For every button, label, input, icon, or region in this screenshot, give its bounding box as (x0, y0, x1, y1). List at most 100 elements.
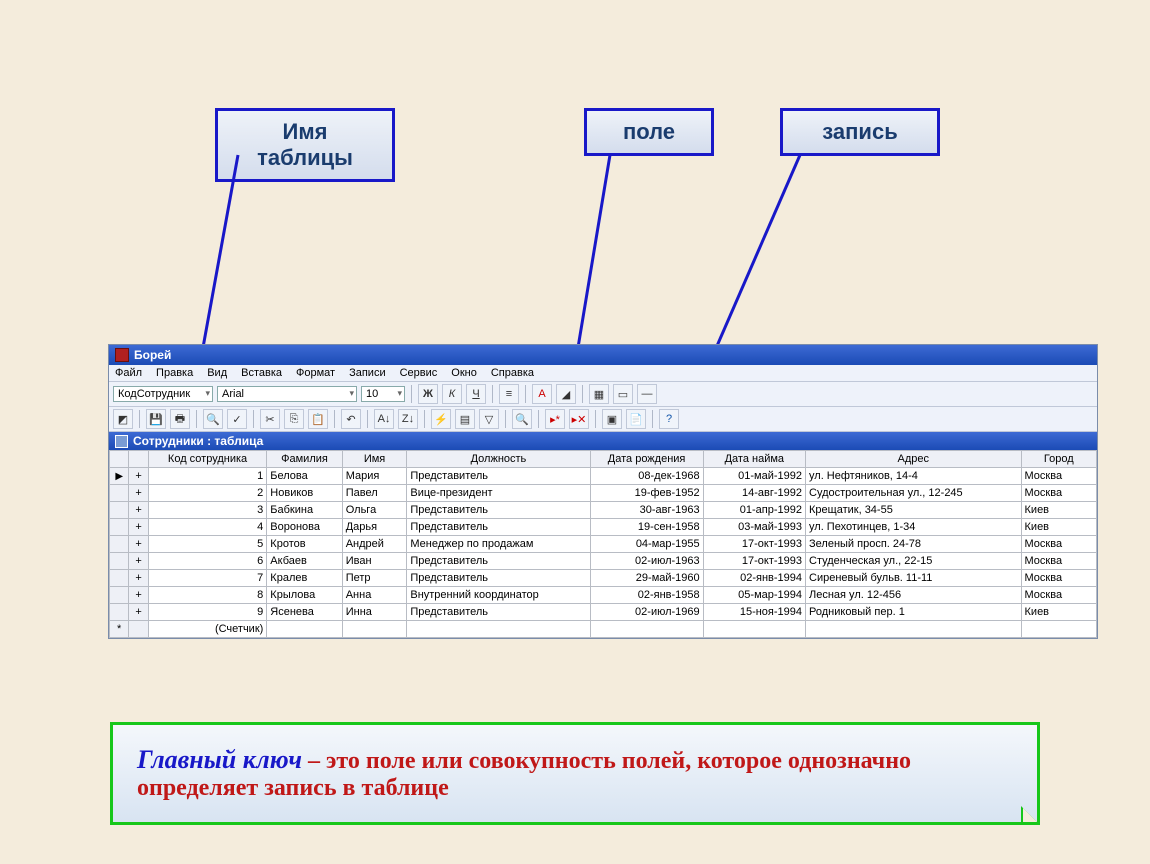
cell-city[interactable]: Киев (1021, 519, 1096, 536)
header-row[interactable]: Код сотрудника Фамилия Имя Должность Дат… (110, 451, 1097, 468)
expand-button[interactable]: + (129, 587, 148, 604)
italic-button[interactable]: К (442, 384, 462, 404)
cell-fam[interactable]: Ясенева (267, 604, 342, 621)
cell-fam[interactable]: Воронова (267, 519, 342, 536)
cell-addr[interactable]: Крещатик, 34-55 (806, 502, 1022, 519)
menu-records[interactable]: Записи (349, 367, 386, 379)
menu-format[interactable]: Формат (296, 367, 335, 379)
menu-service[interactable]: Сервис (400, 367, 438, 379)
cell-addr[interactable]: Сиреневый бульв. 11-11 (806, 570, 1022, 587)
table-row[interactable]: +2НовиковПавелВице-президент19-фев-19521… (110, 485, 1097, 502)
menu-insert[interactable]: Вставка (241, 367, 282, 379)
cell-id[interactable]: 3 (148, 502, 267, 519)
table-row[interactable]: +7КралевПетрПредставитель29-май-196002-я… (110, 570, 1097, 587)
cell-city[interactable]: Москва (1021, 587, 1096, 604)
new-record-row[interactable]: *(Счетчик) (110, 621, 1097, 638)
expand-button[interactable]: + (129, 604, 148, 621)
table-row[interactable]: +9ЯсеневаИннаПредставитель02-июл-196915-… (110, 604, 1097, 621)
cell-fam[interactable]: Крылова (267, 587, 342, 604)
cell-id[interactable]: 2 (148, 485, 267, 502)
cell-hire[interactable]: 02-янв-1994 (703, 570, 805, 587)
col-selector[interactable] (110, 451, 129, 468)
new-obj-button[interactable]: 📄 (626, 409, 646, 429)
cell-dob[interactable]: 08-дек-1968 (590, 468, 703, 485)
cell-pos[interactable]: Внутренний координатор (407, 587, 590, 604)
cell-dob[interactable]: 02-июл-1969 (590, 604, 703, 621)
filter-form-button[interactable]: ▤ (455, 409, 475, 429)
col-hire[interactable]: Дата найма (703, 451, 805, 468)
border-button[interactable]: ▭ (613, 384, 633, 404)
cell-addr[interactable]: ул. Пехотинцев, 1-34 (806, 519, 1022, 536)
cell-hire[interactable]: 03-май-1993 (703, 519, 805, 536)
cell-fam[interactable]: Акбаев (267, 553, 342, 570)
cell-name[interactable]: Инна (342, 604, 407, 621)
font-color-button[interactable]: A (532, 384, 552, 404)
db-window-button[interactable]: ▣ (602, 409, 622, 429)
cell-pos[interactable]: Представитель (407, 604, 590, 621)
cell-city[interactable]: Москва (1021, 468, 1096, 485)
bold-button[interactable]: Ж (418, 384, 438, 404)
cell-id[interactable]: 7 (148, 570, 267, 587)
cell-name[interactable]: Иван (342, 553, 407, 570)
cell-hire[interactable]: 01-апр-1992 (703, 502, 805, 519)
cell-hire[interactable]: 17-окт-1993 (703, 536, 805, 553)
menubar[interactable]: Файл Правка Вид Вставка Формат Записи Се… (109, 365, 1097, 382)
cell-pos[interactable]: Представитель (407, 553, 590, 570)
col-id[interactable]: Код сотрудника (148, 451, 267, 468)
cell-fam[interactable]: Кралев (267, 570, 342, 587)
row-selector[interactable] (110, 553, 129, 570)
menu-window[interactable]: Окно (451, 367, 477, 379)
font-combo[interactable]: Arial (217, 386, 357, 402)
col-fam[interactable]: Фамилия (267, 451, 342, 468)
cell-name[interactable]: Мария (342, 468, 407, 485)
cell-addr[interactable]: Родниковый пер. 1 (806, 604, 1022, 621)
cell-name[interactable]: Андрей (342, 536, 407, 553)
row-selector[interactable] (110, 604, 129, 621)
row-selector[interactable]: * (110, 621, 129, 638)
cell-dob[interactable]: 02-янв-1958 (590, 587, 703, 604)
fill-color-button[interactable]: ◢ (556, 384, 576, 404)
new-rec-button[interactable]: ▸* (545, 409, 565, 429)
cell-dob[interactable]: 29-май-1960 (590, 570, 703, 587)
table-row[interactable]: +3БабкинаОльгаПредставитель30-авг-196301… (110, 502, 1097, 519)
cell-city[interactable]: Киев (1021, 502, 1096, 519)
table-row[interactable]: +8КрыловаАннаВнутренний координатор02-ян… (110, 587, 1097, 604)
del-rec-button[interactable]: ▸✕ (569, 409, 589, 429)
expand-button[interactable]: + (129, 570, 148, 587)
expand-button[interactable]: + (129, 519, 148, 536)
row-selector[interactable]: ▶ (110, 468, 129, 485)
save-button[interactable]: 💾 (146, 409, 166, 429)
col-pos[interactable]: Должность (407, 451, 590, 468)
field-combo[interactable]: КодСотрудник (113, 386, 213, 402)
app-titlebar[interactable]: Борей (109, 345, 1097, 365)
menu-file[interactable]: Файл (115, 367, 142, 379)
expand-button[interactable]: + (129, 536, 148, 553)
cell-city[interactable]: Москва (1021, 553, 1096, 570)
row-selector[interactable] (110, 536, 129, 553)
cell-dob[interactable]: 02-июл-1963 (590, 553, 703, 570)
sort-asc-button[interactable]: A↓ (374, 409, 394, 429)
col-dob[interactable]: Дата рождения (590, 451, 703, 468)
cell-id[interactable]: 9 (148, 604, 267, 621)
col-name[interactable]: Имя (342, 451, 407, 468)
cell-hire[interactable]: 17-окт-1993 (703, 553, 805, 570)
cell-pos[interactable]: Представитель (407, 519, 590, 536)
size-combo[interactable]: 10 (361, 386, 405, 402)
expand-button[interactable] (129, 621, 148, 638)
cell-city[interactable]: Москва (1021, 570, 1096, 587)
cell-name[interactable]: Анна (342, 587, 407, 604)
filter-sel-button[interactable]: ⚡ (431, 409, 451, 429)
table-row[interactable]: +5КротовАндрейМенеджер по продажам04-мар… (110, 536, 1097, 553)
cell-fam[interactable]: Бабкина (267, 502, 342, 519)
cell-pos[interactable]: Представитель (407, 502, 590, 519)
cell-addr[interactable]: Зеленый просп. 24-78 (806, 536, 1022, 553)
expand-button[interactable]: + (129, 502, 148, 519)
cut-button[interactable]: ✂ (260, 409, 280, 429)
cell-fam[interactable]: Новиков (267, 485, 342, 502)
cell-hire[interactable]: 14-авг-1992 (703, 485, 805, 502)
table-row[interactable]: +6АкбаевИванПредставитель02-июл-196317-о… (110, 553, 1097, 570)
grid-button[interactable]: ▦ (589, 384, 609, 404)
cell-name[interactable]: Павел (342, 485, 407, 502)
cell-city[interactable]: Москва (1021, 485, 1096, 502)
cell-hire[interactable]: 01-май-1992 (703, 468, 805, 485)
